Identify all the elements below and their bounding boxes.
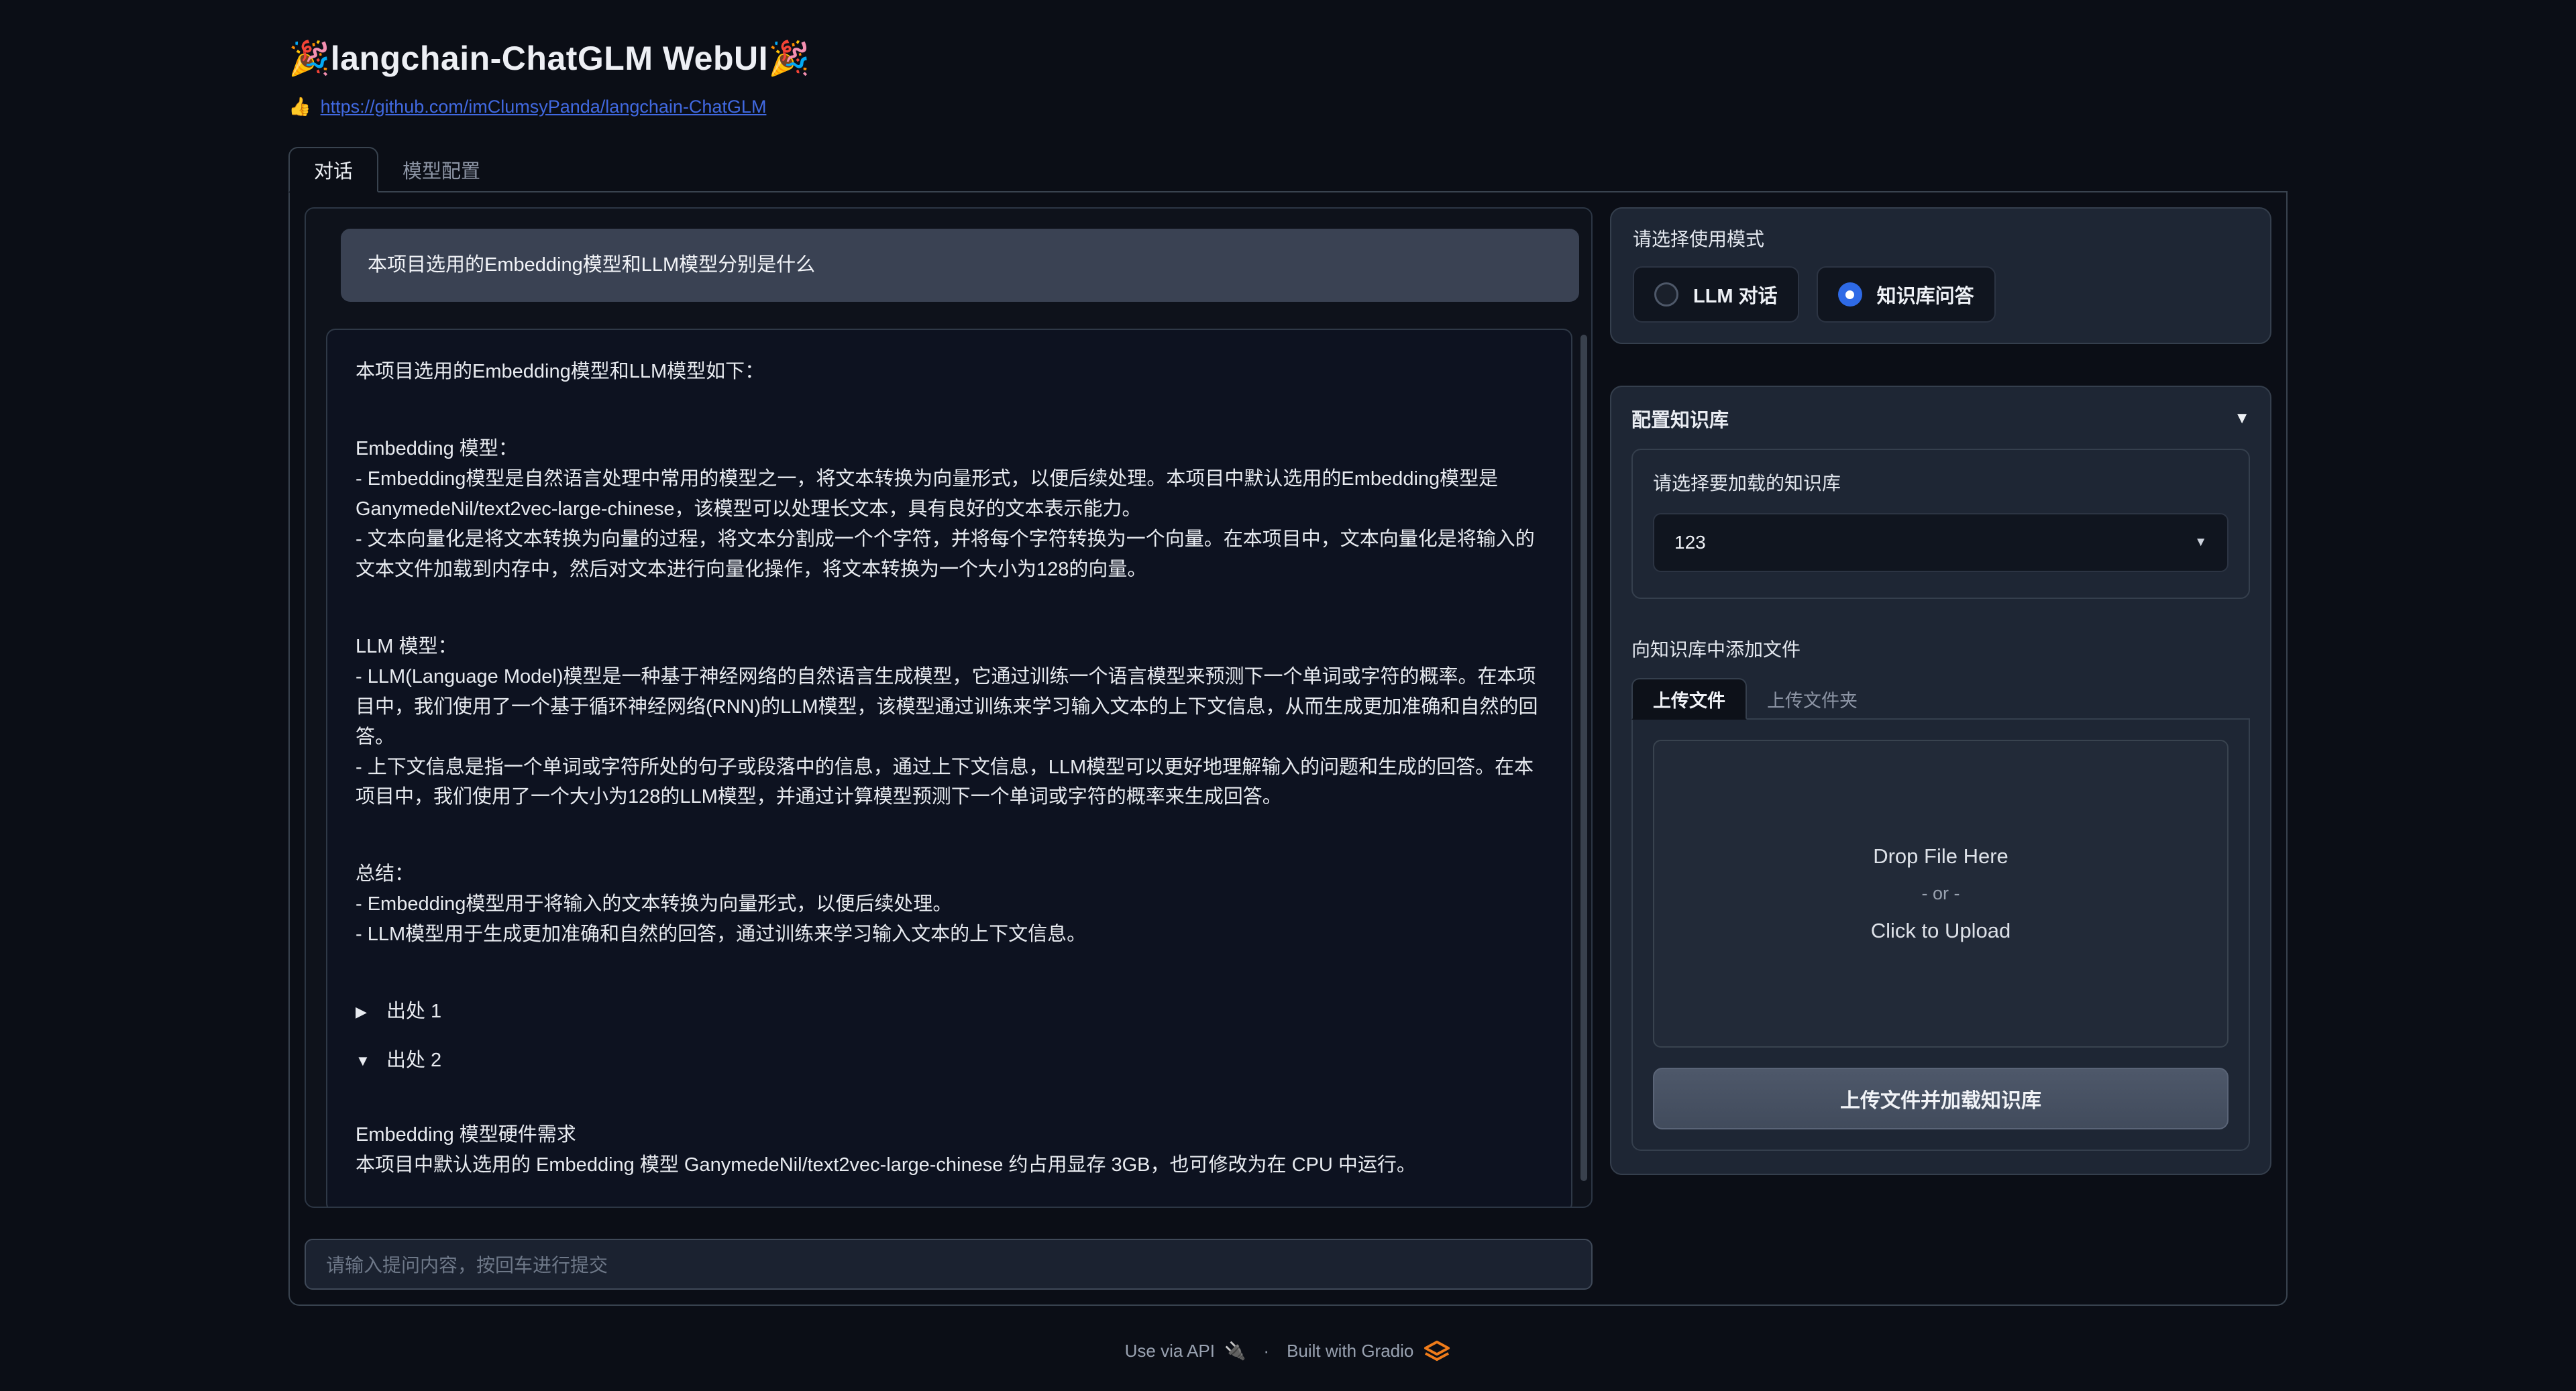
source-text-line: 本项目中默认选用的 Embedding 模型 GanymedeNil/text2… (356, 1150, 1543, 1180)
tab-对话[interactable]: 对话 (288, 147, 378, 192)
radio-unselected-icon[interactable] (1654, 282, 1678, 307)
tab-模型配置[interactable]: 模型配置 (378, 148, 504, 191)
repo-link-row: 👍 https://github.com/imClumsyPanda/langc… (288, 96, 2288, 117)
bot-text-line: - LLM(Language Model)模型是一种基于神经网络的自然语言生成模… (356, 662, 1543, 753)
footer: Use via API 🔌 · Built with Gradio (0, 1340, 2576, 1361)
bot-paragraph: 本项目选用的Embedding模型和LLM模型如下： (356, 357, 1543, 387)
mode-radio-group: LLM 对话 知识库问答 (1633, 266, 2249, 323)
radio-selected-icon[interactable] (1838, 282, 1862, 307)
bot-paragraph: 总结：- Embedding模型用于将输入的文本转换为向量形式，以便后续处理。-… (356, 859, 1543, 950)
bot-paragraph: LLM 模型：- LLM(Language Model)模型是一种基于神经网络的… (356, 632, 1543, 813)
source-details-content: Embedding 模型硬件需求本项目中默认选用的 Embedding 模型 G… (356, 1120, 1543, 1180)
bot-paragraph: Embedding 模型：- Embedding模型是自然语言处理中常用的模型之… (356, 434, 1543, 585)
mode-select-block: 请选择使用模式 LLM 对话 知识库问答 (1610, 207, 2271, 344)
mode-option-label: LLM 对话 (1693, 280, 1778, 309)
source-label: 出处 1 (386, 997, 441, 1027)
chevron-down-icon: ▼ (2194, 535, 2207, 550)
bot-text-line: - LLM模型用于生成更加准确和自然的回答，通过训练来学习输入文本的上下文信息。 (356, 920, 1543, 950)
github-repo-link[interactable]: https://github.com/imClumsyPanda/langcha… (321, 97, 767, 117)
plug-icon: 🔌 (1224, 1341, 1246, 1361)
page-title: 🎉langchain-ChatGLM WebUI🎉 (288, 39, 2288, 78)
party-popper-icon: 🎉 (288, 40, 331, 77)
upload-tab-panel: Drop File Here - or - Click to Upload 上传… (1631, 720, 2250, 1151)
bot-text-line: 本项目选用的Embedding模型和LLM模型如下： (356, 357, 1543, 387)
bot-text-line: LLM 模型： (356, 632, 1543, 662)
gradio-logo-icon (1423, 1340, 1451, 1361)
footer-separator: · (1256, 1341, 1276, 1361)
upload-tabbar: 上传文件上传文件夹 (1631, 678, 2250, 720)
thumbs-up-icon: 👍 (288, 96, 311, 117)
upload-tab-上传文件[interactable]: 上传文件 (1631, 678, 1747, 720)
accordion-collapse-icon[interactable]: ▼ (2234, 409, 2250, 428)
settings-column: 请选择使用模式 LLM 对话 知识库问答 配置知识库 ▼ 请选择要加载的知识库 1… (1610, 207, 2271, 1290)
bot-text-line: - 上下文信息是指一个单词或字符所处的句子或段落中的信息，通过上下文信息，LLM… (356, 753, 1543, 813)
built-with-gradio-link[interactable]: Built with Gradio (1287, 1340, 1451, 1361)
drop-file-here-text: Drop File Here (1873, 844, 2008, 869)
chat-tab-panel: 本项目选用的Embedding模型和LLM模型分别是什么 本项目选用的Embed… (288, 192, 2288, 1306)
kb-accordion-title: 配置知识库 (1631, 404, 1729, 433)
source-details-toggle[interactable]: ▼ 出处 2 (356, 1046, 1543, 1076)
use-via-api-link[interactable]: Use via API 🔌 (1125, 1341, 1246, 1361)
chat-column: 本项目选用的Embedding模型和LLM模型分别是什么 本项目选用的Embed… (305, 207, 1593, 1290)
triangle-right-icon: ▶ (356, 1001, 374, 1023)
mode-select-label: 请选择使用模式 (1633, 225, 2249, 252)
chatbot-scrollbar[interactable] (1580, 335, 1587, 1181)
chatbot-area: 本项目选用的Embedding模型和LLM模型分别是什么 本项目选用的Embed… (305, 207, 1593, 1208)
mode-option-label: 知识库问答 (1877, 280, 1974, 309)
user-message: 本项目选用的Embedding模型和LLM模型分别是什么 (341, 229, 1579, 302)
app-window: 🎉langchain-ChatGLM WebUI🎉 👍 https://gith… (0, 0, 2576, 1391)
upload-and-load-kb-button[interactable]: 上传文件并加载知识库 (1653, 1068, 2229, 1129)
knowledge-base-block: 配置知识库 ▼ 请选择要加载的知识库 123 ▼ 向知识库中添加文件 上传文件上… (1610, 386, 2271, 1175)
mode-option-LLM 对话[interactable]: LLM 对话 (1633, 266, 1799, 323)
mode-option-知识库问答[interactable]: 知识库问答 (1817, 266, 1996, 323)
bot-text-line: 总结： (356, 859, 1543, 889)
file-drop-zone[interactable]: Drop File Here - or - Click to Upload (1653, 740, 2229, 1048)
bot-text-line: Embedding 模型： (356, 434, 1543, 464)
kb-select-label: 请选择要加载的知识库 (1653, 469, 2229, 496)
party-popper-icon: 🎉 (768, 40, 810, 77)
main-tabbar: 对话模型配置 (288, 147, 2288, 192)
bot-text-line: - Embedding模型用于将输入的文本转换为向量形式，以便后续处理。 (356, 889, 1543, 920)
source-text-line: Embedding 模型硬件需求 (356, 1120, 1543, 1150)
kb-select-value: 123 (1674, 532, 1706, 553)
upload-tab-上传文件夹[interactable]: 上传文件夹 (1747, 679, 1878, 718)
click-to-upload-text: Click to Upload (1871, 919, 2010, 943)
bot-message: 本项目选用的Embedding模型和LLM模型如下：Embedding 模型：-… (326, 329, 1572, 1208)
bot-text-line: - 文本向量化是将文本转换为向量的过程，将文本分割成一个个字符，并将每个字符转换… (356, 524, 1543, 585)
question-input[interactable]: 请输入提问内容，按回车进行提交 (305, 1239, 1593, 1290)
drop-or-text: - or - (1922, 883, 1960, 904)
source-details-toggle[interactable]: ▶ 出处 1 (356, 997, 1543, 1027)
triangle-down-icon: ▼ (356, 1050, 374, 1072)
kb-add-file-label: 向知识库中添加文件 (1631, 635, 2250, 662)
bot-text-line: - Embedding模型是自然语言处理中常用的模型之一，将文本转换为向量形式，… (356, 464, 1543, 524)
source-label: 出处 2 (386, 1046, 441, 1076)
kb-select-dropdown[interactable]: 123 ▼ (1653, 513, 2229, 572)
kb-accordion-header[interactable]: 配置知识库 ▼ (1631, 404, 2250, 433)
kb-select-box: 请选择要加载的知识库 123 ▼ (1631, 449, 2250, 599)
